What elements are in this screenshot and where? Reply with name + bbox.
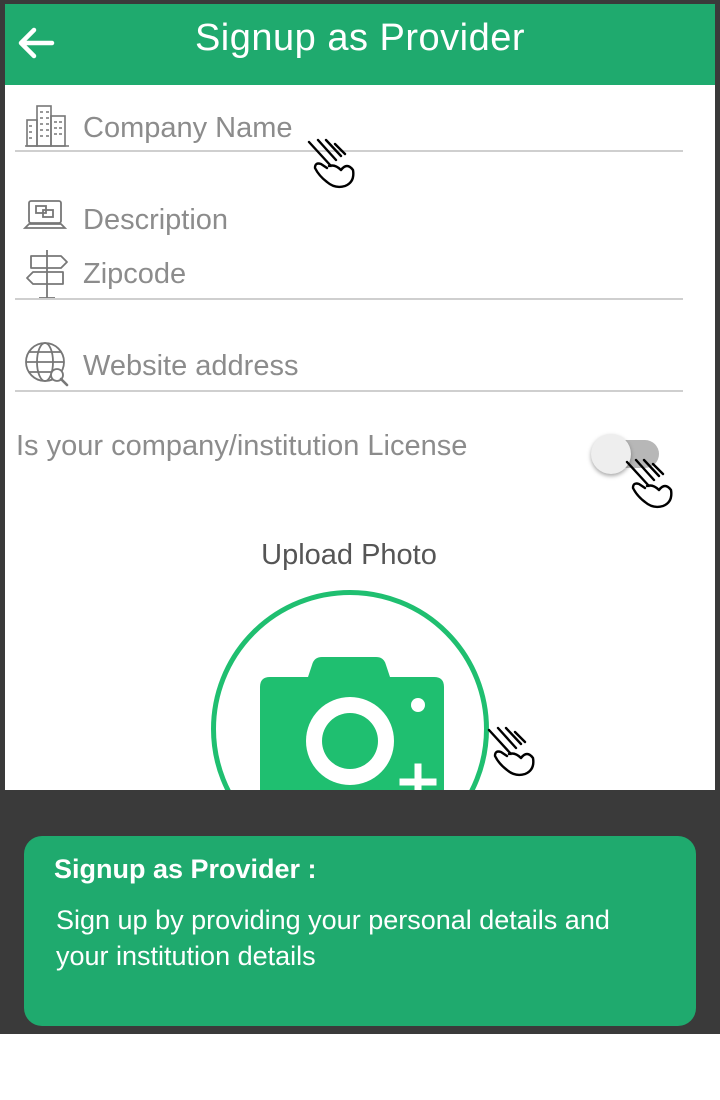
monitor-icon (23, 200, 67, 229)
description-field[interactable]: Description (15, 192, 683, 248)
page-title: Signup as Provider (194, 17, 526, 59)
app-bar: Signup as Provider (5, 4, 715, 85)
signpost-icon (26, 250, 68, 299)
website-field[interactable]: Website address (15, 338, 683, 394)
license-label: Is your company/institution License (16, 430, 468, 462)
zipcode-placeholder: Zipcode (83, 258, 187, 290)
zipcode-underline (15, 298, 683, 300)
upload-photo-button[interactable] (211, 590, 489, 790)
tap-hand-icon (625, 458, 673, 509)
globe-search-icon (25, 342, 69, 387)
website-underline (15, 390, 683, 392)
tap-hand-icon (307, 138, 355, 189)
info-card-body: Sign up by providing your personal detai… (56, 905, 610, 971)
zipcode-field[interactable]: Zipcode (15, 246, 683, 302)
app-screen: Signup as Provider Company Name Descript… (5, 4, 715, 790)
website-placeholder: Website address (83, 350, 299, 382)
upload-photo-label: Upload Photo (261, 539, 437, 571)
building-icon (25, 105, 69, 147)
tap-hand-icon (487, 726, 535, 777)
info-card-title: Signup as Provider : (54, 854, 317, 884)
info-card: Signup as Provider : Sign up by providin… (24, 836, 696, 1026)
description-placeholder: Description (83, 204, 229, 236)
company-name-placeholder: Company Name (83, 112, 293, 144)
camera-add-icon (260, 657, 444, 790)
